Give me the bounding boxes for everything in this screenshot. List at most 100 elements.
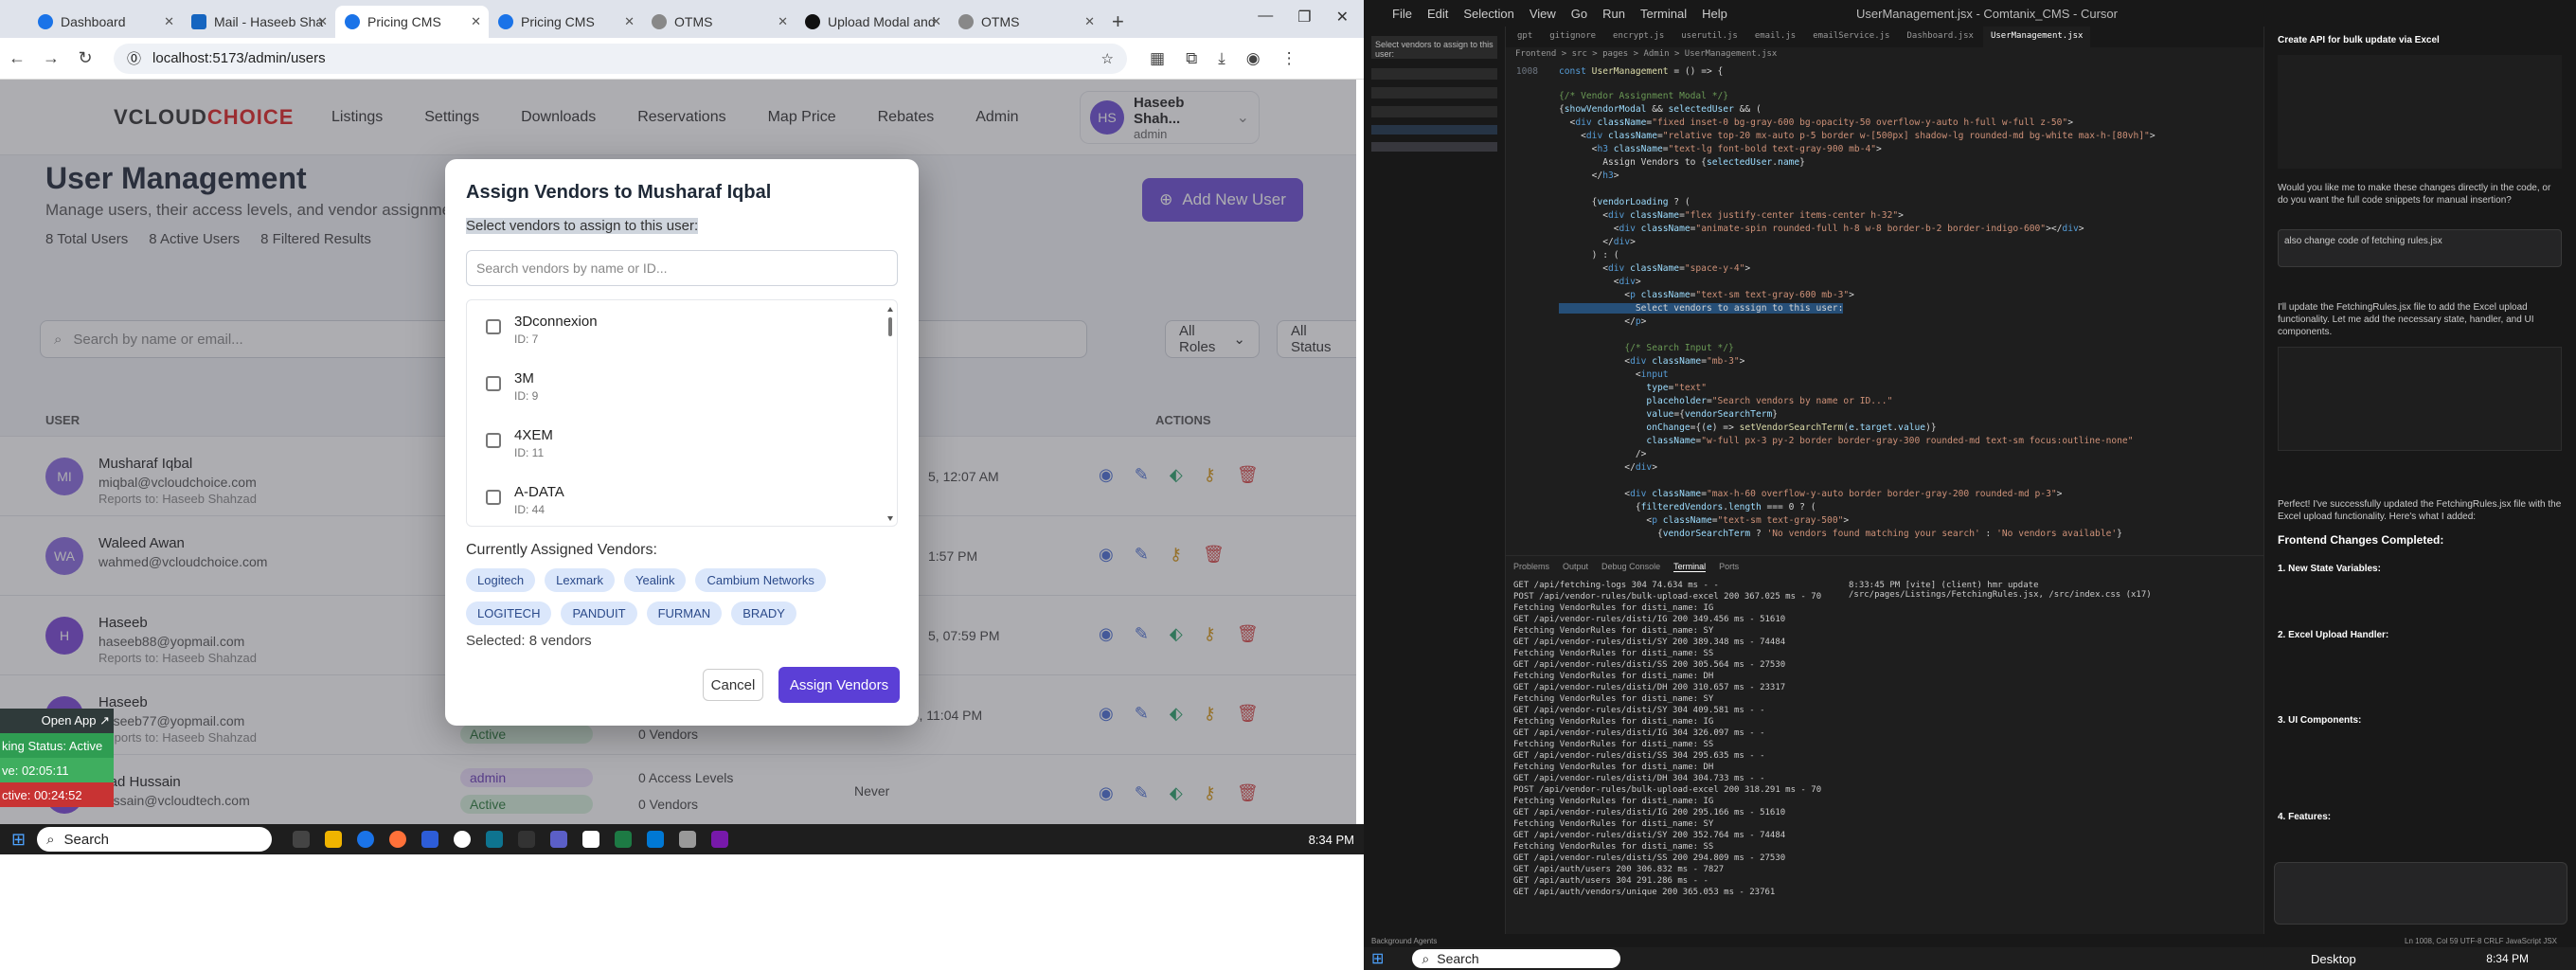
vendor-chip: Yealink (624, 568, 687, 592)
desktop-label[interactable]: Desktop (2311, 952, 2356, 966)
open-app-button[interactable]: Open App ↗ (0, 709, 114, 733)
browser-tab[interactable]: Dashboard ✕ (28, 6, 182, 38)
code-line: placeholder="Search vendors by name or I… (1646, 396, 1893, 406)
editor-tab[interactable]: gpt (1510, 27, 1540, 47)
cursor-icon[interactable] (518, 831, 536, 848)
download-icon[interactable]: ⤓ (1218, 49, 1225, 68)
vscode-icon[interactable] (647, 831, 665, 848)
teams-icon[interactable] (550, 831, 568, 848)
tab-debug-console[interactable]: Debug Console (1601, 562, 1660, 571)
file-explorer-icon[interactable] (325, 831, 343, 848)
browser-tab[interactable]: OTMS ✕ (949, 6, 1102, 38)
new-tab-button[interactable]: + (1112, 6, 1124, 38)
editor-tab[interactable]: gitignore (1542, 27, 1603, 47)
editor-tab[interactable]: email.js (1747, 27, 1803, 47)
back-icon[interactable]: ← (0, 48, 34, 68)
maximize-icon[interactable]: ❐ (1297, 8, 1311, 27)
checkbox[interactable] (486, 319, 501, 334)
cancel-button[interactable]: Cancel (703, 669, 763, 701)
extension-icon[interactable]: ▦ (1150, 49, 1165, 68)
editor-tab[interactable]: Dashboard.jsx (1899, 27, 1980, 47)
search-field[interactable]: Select vendors to assign to this user: (1371, 36, 1497, 59)
vendor-item[interactable]: 3M ID: 9 (467, 357, 884, 412)
scrollbar[interactable] (886, 306, 895, 522)
forward-icon[interactable]: → (34, 48, 68, 68)
menu-go[interactable]: Go (1571, 7, 1587, 21)
close-icon[interactable]: ✕ (317, 14, 328, 29)
checkbox[interactable] (486, 376, 501, 391)
tab-output[interactable]: Output (1563, 562, 1588, 571)
browser-tab-active[interactable]: Pricing CMS ✕ (335, 6, 489, 38)
taskbar-search[interactable]: ⌕ Search (1412, 949, 1621, 968)
assign-vendors-button[interactable]: Assign Vendors (778, 667, 900, 703)
taskbar-search[interactable]: ⌕ Search (37, 827, 273, 852)
checkbox[interactable] (486, 490, 501, 505)
terminal-panel[interactable]: Problems Output Debug Console Terminal P… (1506, 555, 2263, 934)
tab-terminal[interactable]: Terminal (1673, 562, 1707, 572)
status-left[interactable]: Background Agents (1371, 937, 1437, 945)
search-result[interactable] (1371, 125, 1497, 135)
vendor-list: 3Dconnexion ID: 7 3M ID: 9 4XEM ID: 11 A-DA… (466, 299, 898, 527)
terminal-line: POST /api/vendor-rules/bulk-upload-excel… (1513, 592, 1822, 602)
close-window-icon[interactable]: ✕ (1336, 8, 1349, 27)
editor-tab-active[interactable]: UserManagement.jsx (1982, 27, 2091, 47)
app-icon[interactable] (679, 831, 697, 848)
browser-tab[interactable]: Upload Modal and ✕ (796, 6, 949, 38)
editor-tab[interactable]: userutil.js (1673, 27, 1745, 47)
windows-start-icon[interactable]: ⊞ (11, 830, 26, 850)
minimize-icon[interactable]: — (1258, 8, 1273, 27)
chrome-icon[interactable] (357, 831, 375, 848)
status-right[interactable]: Ln 1008, Col 59 UTF-8 CRLF JavaScript JS… (2405, 937, 2576, 945)
notepad-icon[interactable] (582, 831, 600, 848)
url-field[interactable]: ⓪ localhost:5173/admin/users ☆ (114, 43, 1127, 74)
include-field[interactable] (1371, 87, 1497, 99)
menu-run[interactable]: Run (1602, 7, 1625, 21)
excel-icon[interactable] (615, 831, 633, 848)
menu-file[interactable]: File (1392, 7, 1412, 21)
menu-edit[interactable]: Edit (1427, 7, 1448, 21)
reload-icon[interactable]: ↻ (68, 48, 102, 68)
profile-icon[interactable]: ◉ (1246, 49, 1261, 68)
vendor-search-input[interactable]: Search vendors by name or ID... (466, 250, 898, 286)
chat-input[interactable] (2274, 862, 2567, 925)
code-area[interactable]: 1008 const UserManagement = () => { {/* … (1506, 63, 2245, 555)
close-icon[interactable]: ✕ (471, 14, 481, 29)
browser-tab[interactable]: Mail - Haseeb Sha ✕ (182, 6, 335, 38)
menu-selection[interactable]: Selection (1463, 7, 1513, 21)
code-editor[interactable]: gpt gitignore encrypt.js userutil.js ema… (1506, 27, 2263, 555)
zoom-icon[interactable] (421, 831, 439, 848)
menu-terminal[interactable]: Terminal (1640, 7, 1687, 21)
editor-tab[interactable]: encrypt.js (1605, 27, 1672, 47)
site-info-icon[interactable]: ⓪ (127, 48, 141, 68)
task-view-icon[interactable] (293, 831, 311, 848)
checkbox[interactable] (486, 433, 501, 448)
close-icon[interactable]: ✕ (931, 14, 941, 29)
extensions-puzzle-icon[interactable]: ⧉ (1186, 49, 1197, 68)
browser-tab[interactable]: Pricing CMS ✕ (489, 6, 642, 38)
windows-start-icon[interactable]: ⊞ (1371, 949, 1384, 968)
vendor-item[interactable]: A-DATA ID: 44 (467, 471, 884, 526)
replace-field[interactable] (1371, 68, 1497, 80)
onenote-icon[interactable] (711, 831, 729, 848)
vendor-item[interactable]: 3Dconnexion ID: 7 (467, 300, 884, 355)
app-icon[interactable] (486, 831, 504, 848)
firefox-icon[interactable] (389, 831, 407, 848)
favicon-icon (345, 14, 360, 29)
editor-tab[interactable]: emailService.js (1805, 27, 1897, 47)
browser-tab[interactable]: OTMS ✕ (642, 6, 796, 38)
search-result[interactable] (1371, 142, 1497, 152)
bookmark-star-icon[interactable]: ☆ (1101, 50, 1114, 67)
menu-help[interactable]: Help (1702, 7, 1727, 21)
app-icon[interactable] (454, 831, 472, 848)
close-icon[interactable]: ✕ (624, 14, 635, 29)
more-menu-icon[interactable]: ⋮ (1281, 49, 1297, 68)
close-icon[interactable]: ✕ (1084, 14, 1095, 29)
menu-view[interactable]: View (1530, 7, 1556, 21)
tab-ports[interactable]: Ports (1719, 562, 1739, 571)
close-icon[interactable]: ✕ (778, 14, 788, 29)
time-tracker-widget: Open App ↗ king Status: Active ve: 02:05… (0, 709, 114, 807)
close-icon[interactable]: ✕ (164, 14, 174, 29)
tab-problems[interactable]: Problems (1513, 562, 1549, 571)
exclude-field[interactable] (1371, 106, 1497, 117)
vendor-item[interactable]: 4XEM ID: 11 (467, 414, 884, 469)
